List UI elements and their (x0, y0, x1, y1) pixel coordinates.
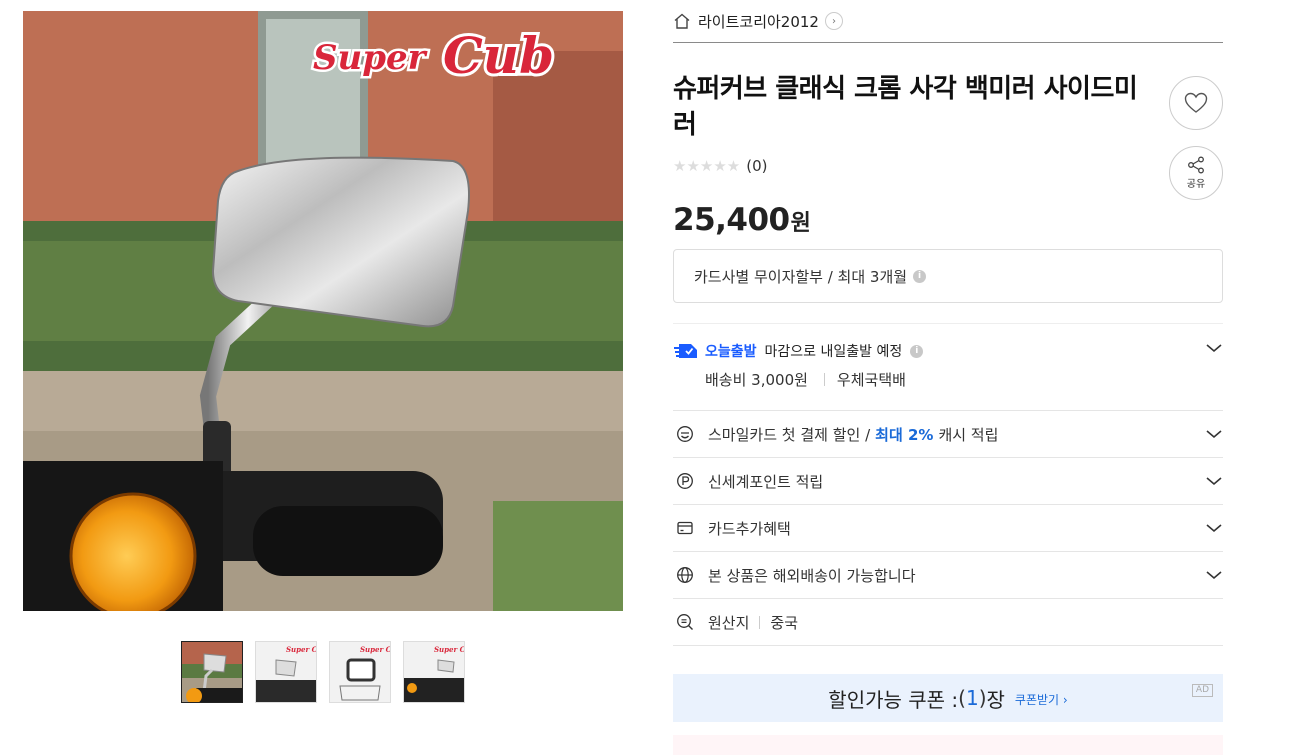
thumbnail-logo: Super Cub (434, 645, 464, 654)
chevron-right-icon: › (824, 12, 843, 30)
product-info-panel: 라이트코리아2012 › 슈퍼커브 클래식 크롬 사각 백미러 사이드미러 공유… (673, 0, 1223, 755)
thumbnail-4[interactable]: Super Cub (403, 641, 465, 703)
coupon-suffix: 장 (986, 687, 1005, 712)
smile-card-icon (677, 426, 693, 442)
chevron-down-icon[interactable] (1205, 472, 1223, 490)
main-product-image[interactable]: Super Cub (23, 11, 623, 611)
thumbnail-3[interactable]: Super Cub (329, 641, 391, 703)
seller-link[interactable]: 라이트코리아2012 › (673, 0, 1223, 43)
card-icon (677, 521, 693, 535)
benefit-highlight: 최대 2% (875, 425, 934, 444)
seller-name: 라이트코리아2012 (698, 12, 819, 31)
coupon-close-paren: ) (978, 686, 987, 710)
rating-stars: ★★★★★ (673, 157, 741, 175)
info-icon[interactable]: i (910, 344, 924, 358)
price: 25,400 원 (673, 202, 811, 238)
divider (759, 615, 761, 629)
divider (823, 373, 825, 386)
benefit-row-overseas[interactable]: 본 상품은 해외배송이 가능합니다 (673, 552, 1223, 599)
coupon-count: 1 (965, 686, 979, 710)
globe-icon (677, 567, 693, 583)
installment-info: 카드사별 무이자할부 / 최대 3개월 i (673, 249, 1223, 303)
today-ship-badge: 오늘출발 (705, 344, 757, 360)
heart-icon (1184, 92, 1208, 113)
installment-text: 카드사별 무이자할부 / 최대 3개월 (694, 267, 908, 286)
price-currency: 원 (790, 211, 811, 236)
chevron-down-icon[interactable] (1205, 425, 1223, 443)
origin-value: 중국 (770, 613, 799, 632)
rating-count: (0) (746, 157, 768, 175)
thumbnail-logo: Super Cub (286, 645, 316, 654)
info-icon[interactable]: i (913, 269, 927, 283)
price-value: 25,400 (673, 202, 790, 238)
coupon-open-paren: ( (958, 686, 966, 710)
shipping-fee: 배송비 3,000원 (705, 371, 808, 389)
delivery-truck-icon (674, 344, 697, 358)
benefit-row-card[interactable]: 카드추가혜택 (673, 505, 1223, 552)
svg-text:Cub: Cub (443, 26, 554, 85)
benefit-row-smilecard[interactable]: 스마일카드 첫 결제 할인 / 최대 2% 캐시 적립 (673, 411, 1223, 458)
thumbnail-1[interactable] (181, 641, 243, 703)
origin-label: 원산지 (708, 613, 750, 632)
thumbnail-2[interactable]: Super Cub (255, 641, 317, 703)
product-title: 슈퍼커브 클래식 크롬 사각 백미러 사이드미러 (673, 74, 1138, 140)
thumbnail-list: Super Cub Super Cub Super Cub (181, 641, 465, 703)
point-icon (677, 473, 693, 489)
shipping-carrier: 우체국택배 (836, 371, 906, 389)
wishlist-button[interactable] (1169, 76, 1223, 130)
benefit-text: 본 상품은 해외배송이 가능합니다 (708, 566, 916, 585)
home-icon (674, 13, 690, 29)
share-icon (1188, 156, 1204, 174)
benefit-row-points[interactable]: 신세계포인트 적립 (673, 458, 1223, 505)
coupon-banner[interactable]: 할인가능 쿠폰 : ( 1 ) 장 쿠폰받기 › AD (673, 674, 1223, 722)
ad-badge: AD (1191, 684, 1213, 697)
benefit-suffix: 캐시 적립 (938, 425, 999, 444)
get-coupon-link[interactable]: 쿠폰받기 › (1015, 691, 1068, 708)
benefit-text: 스마일카드 첫 결제 할인 / (708, 425, 871, 444)
chevron-down-icon[interactable] (1205, 566, 1223, 584)
thumbnail-logo: Super Cub (360, 645, 390, 654)
share-button[interactable]: 공유 (1169, 146, 1223, 200)
coupon-prefix: 할인가능 쿠폰 : (828, 687, 959, 712)
benefit-text: 신세계포인트 적립 (708, 472, 824, 491)
delivery-text: 마감으로 내일출발 예정 (764, 344, 903, 360)
rating[interactable]: ★★★★★ (0) (673, 157, 768, 175)
chevron-down-icon[interactable] (1205, 339, 1223, 357)
promo-strip (673, 735, 1223, 755)
chevron-down-icon[interactable] (1205, 519, 1223, 537)
benefit-text: 카드추가혜택 (708, 519, 791, 538)
svg-text:Super: Super (313, 38, 428, 78)
delivery-info[interactable]: 오늘출발 마감으로 내일출발 예정 i 배송비 3,000원 우체국택배 (673, 323, 1223, 411)
origin-row: 원산지 중국 (673, 599, 1223, 646)
origin-search-icon (677, 614, 693, 630)
share-label: 공유 (1186, 179, 1206, 190)
